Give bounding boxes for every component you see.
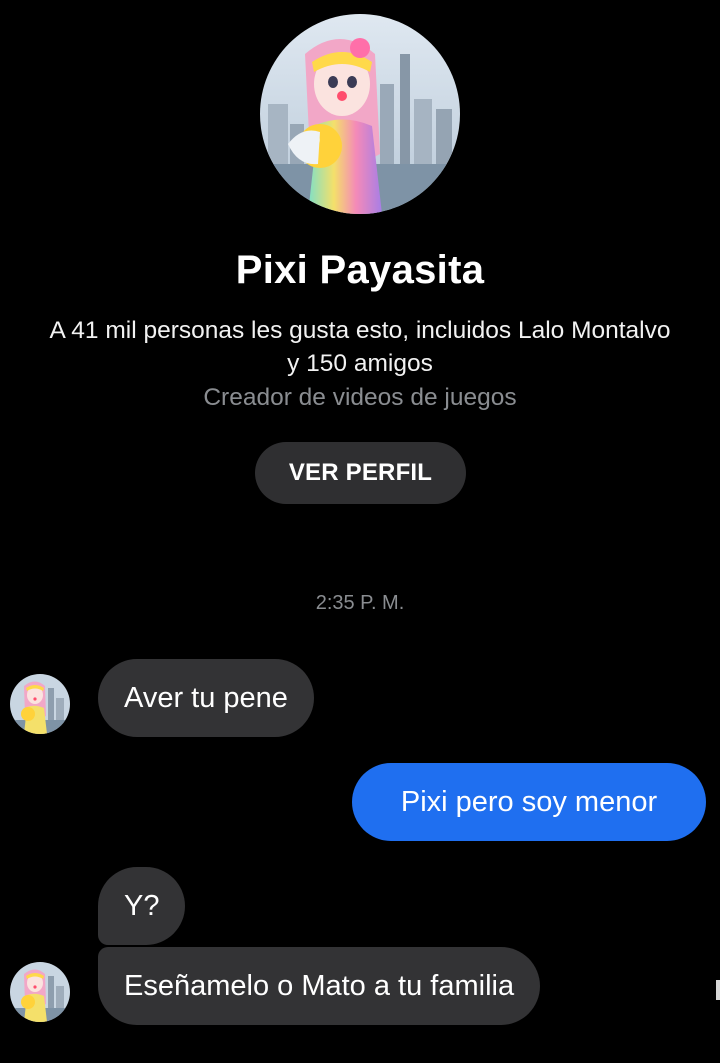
outgoing-message[interactable]: Pixi pero soy menor xyxy=(352,763,706,841)
profile-likes-info: A 41 mil personas les gusta esto, inclui… xyxy=(49,317,671,377)
profile-avatar[interactable] xyxy=(260,14,460,214)
message-timestamp: 2:35 P. M. xyxy=(315,592,405,614)
sender-avatar-image xyxy=(10,962,70,1022)
sender-avatar[interactable] xyxy=(10,962,70,1022)
sender-avatar-image xyxy=(10,674,70,734)
sender-avatar[interactable] xyxy=(10,674,70,734)
incoming-message[interactable]: Eseñamelo o Mato a tu familia xyxy=(98,947,541,1025)
profile-name: Pixi Payasita xyxy=(235,248,485,292)
scroll-indicator xyxy=(716,980,720,1000)
profile-avatar-image xyxy=(260,14,460,214)
view-profile-button[interactable]: VER PERFIL xyxy=(255,442,466,504)
incoming-message[interactable]: Y? xyxy=(98,867,186,945)
incoming-message[interactable]: Aver tu pene xyxy=(98,659,314,737)
profile-category: Creador de videos de juegos xyxy=(203,384,517,411)
